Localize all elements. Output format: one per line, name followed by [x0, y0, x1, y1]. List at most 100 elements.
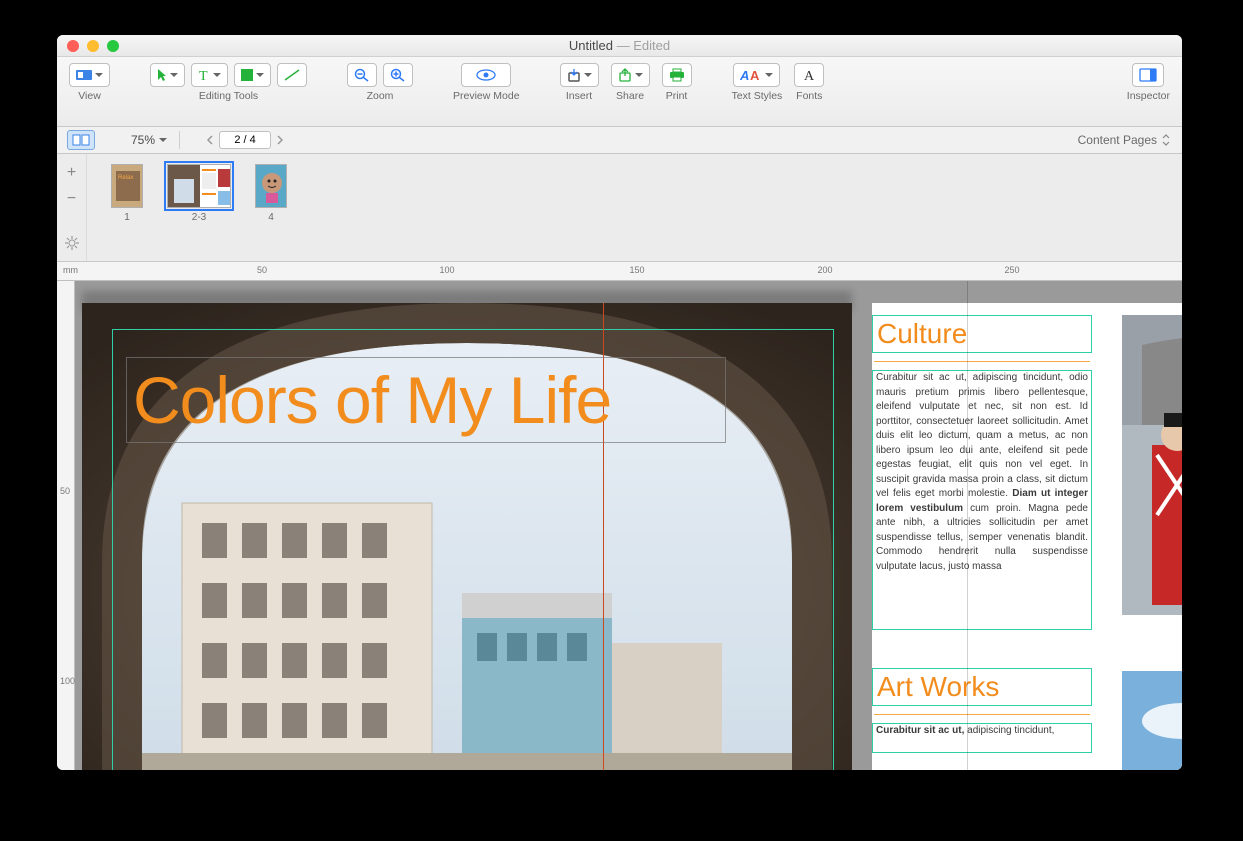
- prev-page-button[interactable]: [201, 131, 219, 149]
- traffic-lights: [67, 40, 119, 52]
- thumb-4[interactable]: 4: [255, 164, 287, 251]
- soldiers-photo[interactable]: [1122, 315, 1182, 615]
- share-label: Share: [616, 90, 644, 102]
- view-button[interactable]: [69, 63, 110, 87]
- tool-group-text-styles: AA Text Styles: [732, 63, 783, 102]
- title-text-frame[interactable]: Colors of My Life: [126, 357, 726, 443]
- tool-group-inspector: Inspector: [1127, 63, 1170, 102]
- spread-divider: [967, 281, 968, 770]
- chevron-down-icon: [213, 73, 221, 77]
- secondbar: 75% Content Pages: [57, 127, 1182, 154]
- chevron-down-icon: [95, 73, 103, 77]
- preview-mode-button[interactable]: [461, 63, 511, 87]
- chevron-down-icon: [584, 73, 592, 77]
- chevron-down-icon: [159, 138, 167, 142]
- view-label: View: [78, 90, 101, 102]
- add-page-button[interactable]: +: [67, 164, 76, 182]
- ruler-unit: mm: [63, 265, 78, 275]
- sky-photo[interactable]: [1122, 671, 1182, 770]
- remove-page-button[interactable]: −: [67, 190, 76, 208]
- insert-label: Insert: [566, 90, 592, 102]
- artworks-title-frame[interactable]: Art Works: [872, 668, 1092, 706]
- fonts-label: Fonts: [796, 90, 822, 102]
- svg-text:Relax: Relax: [118, 175, 133, 181]
- tool-group-editing: T Editing Tools: [150, 63, 307, 102]
- chevron-down-icon: [765, 73, 773, 77]
- culture-body: Curabitur sit ac ut, adipiscing tincidun…: [873, 371, 1091, 574]
- toolbar: View T Editing Tools: [57, 57, 1182, 127]
- thumb-image-1: Relax: [111, 164, 143, 208]
- page-field[interactable]: [219, 131, 271, 149]
- print-label: Print: [666, 90, 688, 102]
- svg-text:A: A: [750, 68, 760, 82]
- view-icon: [76, 69, 92, 81]
- zoom-in-button[interactable]: [383, 63, 413, 87]
- culture-title-frame[interactable]: Culture: [872, 315, 1092, 353]
- chevron-left-icon: [206, 135, 214, 145]
- tool-group-preview: Preview Mode: [453, 63, 520, 102]
- thumb-1[interactable]: Relax 1: [111, 164, 143, 251]
- line-icon: [284, 69, 300, 81]
- artworks-body: Curabitur sit ac ut, adipiscing tincidun…: [873, 724, 1091, 739]
- zoom-in-icon: [390, 68, 406, 82]
- facing-pages-button[interactable]: [67, 130, 95, 150]
- vruler-mark: 50: [60, 486, 70, 496]
- chevron-right-icon: [276, 135, 284, 145]
- artworks-body-frame[interactable]: Curabitur sit ac ut, adipiscing tincidun…: [872, 723, 1092, 753]
- ruler-mark: 100: [439, 265, 454, 275]
- next-page-button[interactable]: [271, 131, 289, 149]
- shape-tool-button[interactable]: [234, 63, 271, 87]
- chevron-down-icon: [170, 73, 178, 77]
- thumb-label-1: 1: [124, 212, 130, 223]
- share-icon: [618, 68, 632, 82]
- ruler-mark: 50: [257, 265, 267, 275]
- inspector-icon: [1139, 68, 1157, 82]
- ruler-mark: 150: [629, 265, 644, 275]
- inspector-button[interactable]: [1132, 63, 1164, 87]
- preview-mode-label: Preview Mode: [453, 90, 520, 102]
- page-navigator: [201, 131, 289, 149]
- canvas[interactable]: 50 100: [57, 281, 1182, 770]
- text-icon: T: [198, 68, 210, 82]
- divider: [874, 714, 1090, 715]
- content-pages-label: Content Pages: [1078, 133, 1157, 147]
- pointer-tool-button[interactable]: [150, 63, 185, 87]
- thumb-2-3[interactable]: 2-3: [167, 164, 231, 251]
- zoom-dropdown[interactable]: 75%: [131, 133, 167, 147]
- culture-body-frame[interactable]: Curabitur sit ac ut, adipiscing tincidun…: [872, 370, 1092, 630]
- page-3[interactable]: Culture Curabitur sit ac ut, adipiscing …: [872, 303, 1182, 770]
- eye-icon: [476, 69, 496, 81]
- close-icon[interactable]: [67, 40, 79, 52]
- chevron-down-icon: [256, 73, 264, 77]
- page-2[interactable]: Colors of My Life: [82, 303, 852, 770]
- svg-text:A: A: [804, 69, 815, 82]
- editing-tools-label: Editing Tools: [199, 90, 258, 102]
- gear-icon[interactable]: [65, 236, 79, 250]
- maximize-icon[interactable]: [107, 40, 119, 52]
- content-pages-dropdown[interactable]: Content Pages: [1078, 133, 1170, 147]
- thumb-image-2-3: [167, 164, 231, 208]
- minimize-icon[interactable]: [87, 40, 99, 52]
- insert-button[interactable]: [560, 63, 599, 87]
- tool-group-print: Print: [662, 63, 692, 102]
- shape-icon: [241, 69, 253, 81]
- vruler-mark: 100: [60, 676, 75, 686]
- horizontal-ruler: mm 50 100 150 200 250: [57, 262, 1182, 281]
- text-styles-label: Text Styles: [732, 90, 783, 102]
- divider: [874, 361, 1090, 362]
- text-styles-button[interactable]: AA: [733, 63, 780, 87]
- window-title: Untitled — Edited: [569, 38, 670, 53]
- titlebar: Untitled — Edited: [57, 35, 1182, 57]
- line-tool-button[interactable]: [277, 63, 307, 87]
- vertical-ruler: 50 100: [57, 281, 75, 770]
- insert-icon: [567, 68, 581, 82]
- text-tool-button[interactable]: T: [191, 63, 228, 87]
- fonts-button[interactable]: A: [794, 63, 824, 87]
- zoom-label: Zoom: [367, 90, 394, 102]
- inspector-label: Inspector: [1127, 90, 1170, 102]
- facing-pages-icon: [72, 134, 90, 146]
- pointer-icon: [157, 68, 167, 82]
- print-button[interactable]: [662, 63, 692, 87]
- zoom-out-button[interactable]: [347, 63, 377, 87]
- share-button[interactable]: [611, 63, 650, 87]
